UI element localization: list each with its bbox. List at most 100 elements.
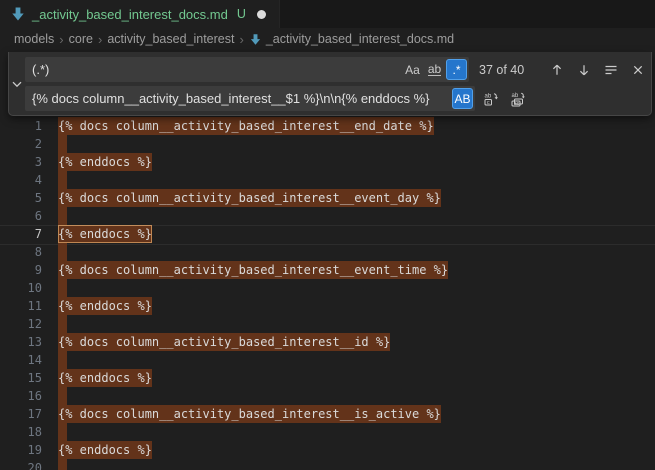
find-in-selection-icon bbox=[603, 62, 619, 78]
code-area: 1 {% docs column__activity_based_interest… bbox=[0, 117, 655, 470]
code-line[interactable]: 19{% enddocs %} bbox=[0, 441, 655, 459]
code-line-text: {% docs column__activity_based_interest_… bbox=[58, 405, 441, 423]
code-line-text bbox=[58, 351, 67, 369]
code-line-text bbox=[58, 207, 67, 225]
find-match-highlight: {% docs column__activity_based_interest_… bbox=[58, 405, 441, 423]
results-count: 37 of 40 bbox=[479, 63, 541, 77]
code-line-text: {% docs column__activity_based_interest_… bbox=[58, 261, 448, 279]
find-match-highlight-empty bbox=[58, 207, 67, 225]
breadcrumb-item[interactable]: models bbox=[14, 32, 54, 46]
next-match-button[interactable] bbox=[573, 59, 595, 81]
editor-area: (.*) Aa ab .* 37 of 40 bbox=[0, 50, 655, 470]
breadcrumb-item[interactable]: core bbox=[69, 32, 93, 46]
code-line[interactable]: 10 bbox=[0, 279, 655, 297]
code-line[interactable]: 6 bbox=[0, 207, 655, 225]
find-match-highlight-empty bbox=[58, 243, 67, 261]
line-number: 13 bbox=[0, 333, 42, 351]
replace-row: {% docs column__activity_based_interest_… bbox=[25, 86, 649, 111]
code-line[interactable]: 15{% enddocs %} bbox=[0, 369, 655, 387]
code-line[interactable]: 11{% enddocs %} bbox=[0, 297, 655, 315]
code-line-text: {% docs column__activity_based_interest_… bbox=[58, 189, 441, 207]
breadcrumb-item[interactable]: activity_based_interest bbox=[107, 32, 234, 46]
whole-word-toggle[interactable]: ab bbox=[424, 59, 445, 80]
code-line[interactable]: 13 {% docs column__activity_based_interes… bbox=[0, 333, 655, 351]
line-number: 18 bbox=[0, 423, 42, 441]
svg-text:c: c bbox=[487, 100, 490, 106]
code-line[interactable]: 2 bbox=[0, 135, 655, 153]
find-widget: (.*) Aa ab .* 37 of 40 bbox=[8, 52, 652, 116]
code-line-text: {% docs column__activity_based_interest_… bbox=[58, 333, 390, 351]
find-match-highlight-empty bbox=[58, 459, 67, 470]
code-line[interactable]: 4 bbox=[0, 171, 655, 189]
breadcrumb-item-label: core bbox=[69, 32, 93, 46]
breadcrumb-item-label: models bbox=[14, 32, 54, 46]
find-match-highlight-empty bbox=[58, 279, 67, 297]
find-in-selection-button[interactable] bbox=[600, 59, 622, 81]
code-line[interactable]: 5 {% docs column__activity_based_interest… bbox=[0, 189, 655, 207]
find-input[interactable]: (.*) Aa ab .* bbox=[25, 57, 469, 82]
replace-all-button[interactable]: ab ac bbox=[507, 88, 529, 110]
git-status-badge: U bbox=[237, 7, 246, 21]
find-match-highlight: {% enddocs %} bbox=[58, 297, 152, 315]
line-number: 5 bbox=[0, 189, 42, 207]
code-line-text bbox=[58, 315, 67, 333]
line-number: 2 bbox=[0, 135, 42, 153]
regex-toggle[interactable]: .* bbox=[446, 59, 467, 80]
svg-text:ab: ab bbox=[485, 93, 492, 99]
svg-text:ab: ab bbox=[512, 93, 519, 99]
code-line[interactable]: 14 bbox=[0, 351, 655, 369]
line-number: 3 bbox=[0, 153, 42, 171]
markdown-file-icon bbox=[10, 6, 26, 22]
line-number: 10 bbox=[0, 279, 42, 297]
replace-input[interactable]: {% docs column__activity_based_interest_… bbox=[25, 86, 475, 111]
line-number: 14 bbox=[0, 351, 42, 369]
code-line[interactable]: 9{% docs column__activity_based_interest… bbox=[0, 261, 655, 279]
find-nav-buttons bbox=[541, 59, 649, 81]
replace-all-icon: ab ac bbox=[510, 91, 526, 107]
code-line-text: {% enddocs %} bbox=[58, 441, 152, 459]
code-line-text: {% enddocs %} bbox=[58, 225, 152, 243]
markdown-file-icon bbox=[249, 33, 262, 46]
find-match-highlight: {% docs column__activity_based_interest_… bbox=[58, 261, 448, 279]
find-match-highlight: {% docs column__activity_based_interest_… bbox=[58, 117, 434, 135]
find-match-highlight-empty bbox=[58, 135, 67, 153]
tab-activity-based-interest-docs[interactable]: _activity_based_interest_docs.md U bbox=[0, 0, 280, 28]
code-line[interactable]: 17{% docs column__activity_based_interes… bbox=[0, 405, 655, 423]
code-line-text bbox=[58, 279, 67, 297]
find-match-highlight-empty bbox=[58, 315, 67, 333]
code-line-text bbox=[58, 135, 67, 153]
close-find-widget-button[interactable] bbox=[627, 59, 649, 81]
preserve-case-toggle[interactable]: AB bbox=[452, 88, 473, 109]
toggle-replace-button[interactable] bbox=[9, 52, 25, 115]
code-line[interactable]: 18 bbox=[0, 423, 655, 441]
code-line[interactable]: 1 {% docs column__activity_based_interest… bbox=[0, 117, 655, 135]
breadcrumb: models›core›activity_based_interest› _ac… bbox=[0, 28, 655, 50]
find-match-highlight: {% enddocs %} bbox=[58, 369, 152, 387]
code-line-text: {% docs column__activity_based_interest_… bbox=[58, 117, 434, 135]
code-line-text bbox=[58, 459, 67, 470]
code-line[interactable]: 8 bbox=[0, 243, 655, 261]
modified-indicator-dot[interactable] bbox=[257, 10, 266, 19]
replace-button[interactable]: ab c bbox=[480, 88, 502, 110]
code-line[interactable]: 12 bbox=[0, 315, 655, 333]
line-number: 1 bbox=[0, 117, 42, 135]
line-number: 4 bbox=[0, 171, 42, 189]
code-line[interactable]: 3{% enddocs %} bbox=[0, 153, 655, 171]
code-line-text bbox=[58, 243, 67, 261]
previous-match-button[interactable] bbox=[546, 59, 568, 81]
find-match-highlight: {% enddocs %} bbox=[58, 441, 152, 459]
code-line[interactable]: 16 bbox=[0, 387, 655, 405]
code-line-text bbox=[58, 387, 67, 405]
find-match-highlight: {% docs column__activity_based_interest_… bbox=[58, 333, 390, 351]
find-input-value: (.*) bbox=[25, 62, 401, 77]
line-number: 6 bbox=[0, 207, 42, 225]
breadcrumb-item[interactable]: _activity_based_interest_docs.md bbox=[249, 32, 454, 46]
tab-bar: _activity_based_interest_docs.md U bbox=[0, 0, 655, 28]
find-match-highlight: {% docs column__activity_based_interest_… bbox=[58, 189, 441, 207]
code-line[interactable]: 7{% enddocs %} bbox=[0, 225, 655, 243]
match-case-toggle[interactable]: Aa bbox=[402, 59, 423, 80]
find-row: (.*) Aa ab .* 37 of 40 bbox=[25, 57, 649, 82]
code-line[interactable]: 20 bbox=[0, 459, 655, 470]
svg-text:ac: ac bbox=[514, 101, 520, 107]
code-line-text: {% enddocs %} bbox=[58, 297, 152, 315]
